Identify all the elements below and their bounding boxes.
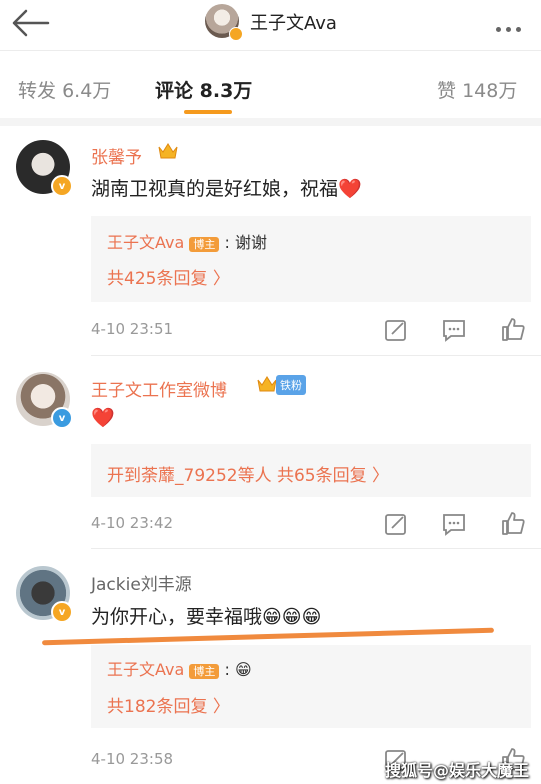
tab-comments-label: 评论: [155, 80, 194, 102]
active-tab-indicator: [184, 110, 232, 114]
watermark: 搜狐号@娱乐大魔王: [385, 761, 530, 780]
verified-badge-icon: v: [51, 407, 73, 429]
view-replies-link[interactable]: 共182条回复 〉: [107, 692, 230, 717]
repost-icon[interactable]: [383, 317, 409, 343]
crown-icon: [157, 141, 179, 161]
tab-comments[interactable]: 评论 8.3万: [155, 76, 252, 103]
verified-badge-icon: v: [51, 601, 73, 623]
comment-divider: [91, 355, 541, 356]
crown-icon: [256, 374, 278, 394]
comment-icon[interactable]: [441, 317, 467, 343]
verified-badge-icon: [229, 27, 243, 41]
reply-author[interactable]: 王子文Ava: [107, 660, 184, 679]
commenter-name[interactable]: 王子文工作室微博: [91, 376, 227, 401]
comment-text: ❤️: [91, 407, 115, 429]
reply-text: : 谢谢: [224, 233, 267, 252]
tab-comments-count: 8.3万: [199, 80, 253, 102]
comment-icon[interactable]: [441, 511, 467, 537]
tab-likes-label: 赞: [437, 80, 457, 102]
more-options-icon[interactable]: [496, 17, 536, 32]
comment-time: 4-10 23:58: [91, 750, 174, 768]
reply-line: 王子文Ava 博主 : 谢谢: [107, 229, 267, 253]
blogger-tag: 博主: [189, 237, 220, 252]
tab-repost-label: 转发: [18, 80, 57, 102]
header-divider: [0, 50, 541, 51]
repost-icon[interactable]: [383, 511, 409, 537]
commenter-name[interactable]: Jackie刘丰源: [91, 570, 192, 595]
back-arrow-icon[interactable]: [10, 8, 50, 38]
fan-tag: 铁粉: [276, 375, 306, 395]
highlight-underline: [42, 627, 494, 646]
tab-repost[interactable]: 转发 6.4万: [18, 76, 111, 103]
tab-repost-count: 6.4万: [62, 80, 112, 102]
header-title: 王子文Ava: [250, 13, 337, 34]
section-gap: [0, 118, 541, 126]
comment-text: 为你开心，要幸福哦😁😁😁: [91, 606, 322, 628]
blogger-tag: 博主: [189, 664, 220, 679]
like-icon[interactable]: [500, 510, 526, 536]
tab-likes-count: 148万: [462, 80, 518, 102]
comment-text: 湖南卫视真的是好红娘，祝福❤️: [91, 178, 362, 200]
reply-text: : 😁: [224, 660, 252, 679]
reply-line: 王子文Ava 博主 : 😁: [107, 656, 252, 680]
comment-time: 4-10 23:51: [91, 320, 174, 338]
verified-badge-icon: v: [51, 175, 73, 197]
view-replies-link[interactable]: 共425条回复 〉: [107, 264, 230, 289]
commenter-name[interactable]: 张馨予: [91, 143, 142, 168]
like-icon[interactable]: [500, 316, 526, 342]
comment-divider: [91, 548, 541, 549]
reply-author[interactable]: 王子文Ava: [107, 233, 184, 252]
tab-likes[interactable]: 赞 148万: [437, 76, 517, 103]
comment-time: 4-10 23:42: [91, 514, 174, 532]
view-replies-link[interactable]: 开到荼蘼_79252等人 共65条回复 〉: [107, 461, 389, 486]
